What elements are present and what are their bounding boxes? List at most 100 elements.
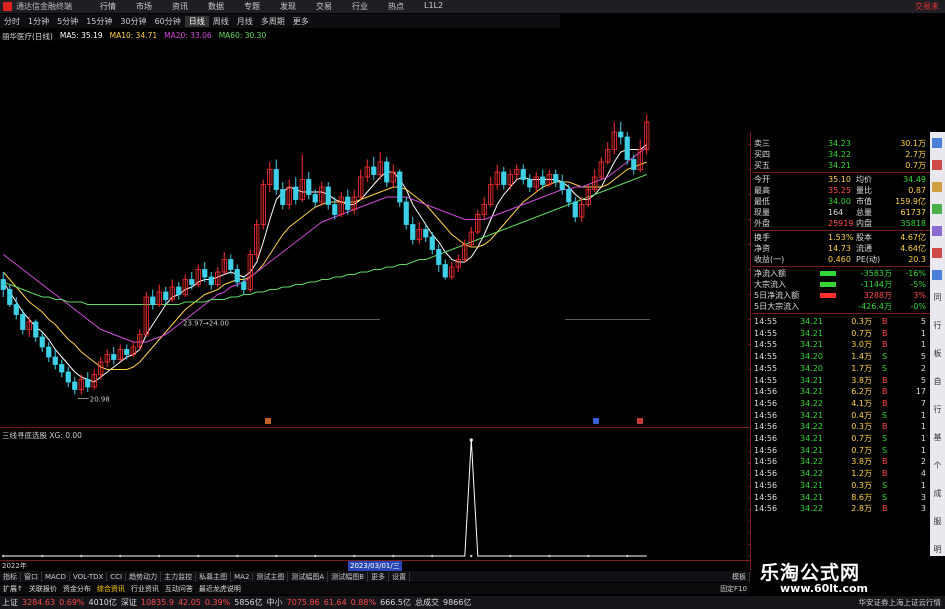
candle-body[interactable] — [7, 289, 13, 305]
indicator-tab-0[interactable]: 指标 — [0, 571, 21, 582]
candle-body[interactable] — [111, 354, 117, 360]
menu-item-8[interactable]: 热点 — [378, 1, 414, 12]
candle-body[interactable] — [176, 286, 182, 295]
candle-body[interactable] — [13, 304, 19, 315]
candle-body[interactable] — [384, 161, 390, 183]
period-tab-0[interactable]: 分时 — [0, 16, 24, 27]
candle-body[interactable] — [631, 159, 637, 170]
candle-body[interactable] — [39, 336, 45, 348]
side-tool-label[interactable]: 同 — [932, 292, 943, 303]
candle-body[interactable] — [429, 236, 435, 250]
candle-body[interactable] — [403, 201, 409, 225]
side-tool-label[interactable]: 服 — [932, 516, 943, 527]
tool-icon[interactable] — [932, 248, 942, 258]
indicator-tab-11[interactable]: 测试幅图B — [328, 571, 369, 582]
menu-item-2[interactable]: 资讯 — [162, 1, 198, 12]
side-tool-label[interactable]: 行 — [932, 320, 943, 331]
candle-body[interactable] — [33, 321, 39, 338]
fixed-f10-button[interactable]: 固定F10 — [717, 584, 750, 594]
candle-body[interactable] — [559, 181, 565, 190]
sub-tab-2[interactable]: 资金分布 — [60, 584, 94, 594]
tool-icon[interactable] — [932, 160, 942, 170]
period-tab-7[interactable]: 周线 — [209, 16, 233, 27]
tool-icon[interactable] — [932, 226, 942, 236]
candle-body[interactable] — [325, 186, 331, 205]
period-tab-1[interactable]: 1分钟 — [24, 16, 53, 27]
candle-body[interactable] — [202, 269, 208, 278]
candle-body[interactable] — [442, 264, 448, 278]
event-marker-icon[interactable] — [265, 418, 271, 424]
indicator-tab-2[interactable]: MACD — [42, 572, 70, 581]
candle-body[interactable] — [189, 279, 195, 285]
candle-body[interactable] — [553, 174, 559, 183]
menu-item-1[interactable]: 市场 — [126, 1, 162, 12]
menu-item-3[interactable]: 数据 — [198, 1, 234, 12]
indicator-tab-13[interactable]: 设置 — [389, 571, 411, 582]
candle-body[interactable] — [241, 281, 247, 290]
sub-tab-3[interactable]: 综合资讯 — [94, 584, 128, 594]
menu-item-0[interactable]: 行情 — [90, 1, 126, 12]
period-tab-8[interactable]: 月线 — [233, 16, 257, 27]
candle-body[interactable] — [163, 291, 169, 300]
candle-body[interactable] — [208, 276, 214, 285]
period-tab-4[interactable]: 30分钟 — [116, 16, 150, 27]
menu-item-4[interactable]: 专题 — [234, 1, 270, 12]
sub-tab-5[interactable]: 互动问答 — [162, 584, 196, 594]
candle-body[interactable] — [540, 176, 546, 185]
indicator-tab-7[interactable]: 私募主图 — [196, 571, 232, 582]
indicator-tab-5[interactable]: 趋势动力 — [126, 571, 162, 582]
candle-body[interactable] — [228, 259, 234, 270]
sub-tab-0[interactable]: 扩展↑ — [0, 584, 26, 594]
side-tool-label[interactable]: 板 — [932, 348, 943, 359]
candle-body[interactable] — [624, 136, 630, 160]
indicator-tab-6[interactable]: 主力监控 — [161, 571, 197, 582]
menu-item-7[interactable]: 行业 — [342, 1, 378, 12]
tool-icon[interactable] — [932, 138, 942, 148]
indicator-tab-9[interactable]: 测试主图 — [253, 571, 289, 582]
side-tool-label[interactable]: 自 — [932, 376, 943, 387]
candle-body[interactable] — [85, 379, 91, 388]
trade-menu[interactable]: 交易未 — [915, 1, 945, 12]
candlestick-chart[interactable]: 31.0030.0029.0028.0027.0026.0025.0024.00… — [0, 42, 750, 427]
period-tab-2[interactable]: 5分钟 — [53, 16, 82, 27]
candle-body[interactable] — [527, 179, 533, 188]
event-marker-icon[interactable] — [593, 418, 599, 424]
period-tab-9[interactable]: 多周期 — [257, 16, 289, 27]
candle-body[interactable] — [436, 249, 442, 265]
side-tool-label[interactable]: 基 — [932, 432, 943, 443]
candle-body[interactable] — [72, 381, 78, 390]
candle-body[interactable] — [572, 201, 578, 218]
candle-body[interactable] — [65, 371, 71, 383]
candle-body[interactable] — [618, 131, 624, 138]
side-tool-label[interactable]: 明 — [932, 544, 943, 555]
indicator-tab-1[interactable]: 窗口 — [21, 571, 42, 582]
period-tab-10[interactable]: 更多 — [289, 16, 313, 27]
side-tool-label[interactable]: 行 — [932, 404, 943, 415]
side-tool-label[interactable]: 成 — [932, 488, 943, 499]
candle-body[interactable] — [371, 166, 377, 175]
indicator-tab-12[interactable]: 更多 — [368, 571, 390, 582]
candle-body[interactable] — [332, 204, 338, 215]
period-tab-5[interactable]: 60分钟 — [151, 16, 185, 27]
sub-tab-1[interactable]: 关联报价 — [26, 584, 60, 594]
template-button[interactable]: 模板 — [729, 571, 750, 582]
menu-item-9[interactable]: L1L2 — [414, 1, 453, 12]
tool-icon[interactable] — [932, 204, 942, 214]
indicator-tab-3[interactable]: VOL-TDX — [70, 572, 108, 581]
candle-body[interactable] — [566, 189, 572, 203]
side-tool-label[interactable]: 个 — [932, 460, 943, 471]
candle-body[interactable] — [59, 364, 65, 373]
indicator-tab-10[interactable]: 测试幅图A — [288, 571, 329, 582]
indicator-tab-4[interactable]: CCI — [107, 572, 127, 581]
indicator-tab-8[interactable]: MA2 — [231, 572, 254, 581]
candle-body[interactable] — [124, 349, 130, 355]
period-tab-6[interactable]: 日线 — [184, 15, 209, 27]
indicator-chart[interactable]: 1.000.900.800.700.600.500.400.300.200.10… — [0, 428, 750, 570]
candle-body[interactable] — [46, 346, 52, 358]
event-marker-icon[interactable] — [637, 418, 643, 424]
candle-body[interactable] — [280, 189, 286, 205]
candle-body[interactable] — [410, 224, 416, 240]
candle-body[interactable] — [345, 196, 351, 210]
candle-body[interactable] — [520, 169, 526, 180]
sub-tab-4[interactable]: 行业资讯 — [128, 584, 162, 594]
